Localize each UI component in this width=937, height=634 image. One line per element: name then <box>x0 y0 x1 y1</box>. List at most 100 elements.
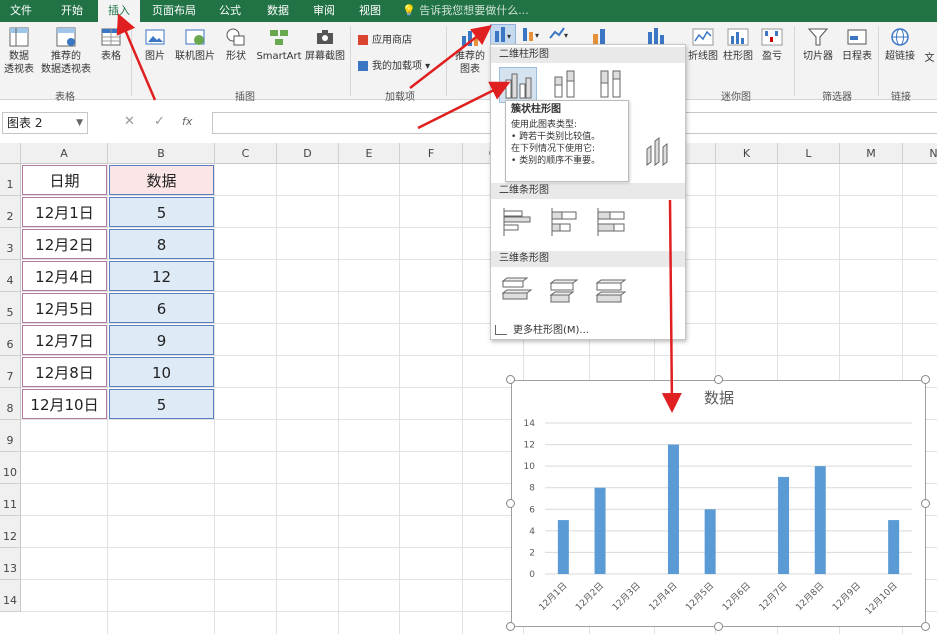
resize-handle[interactable] <box>506 622 515 631</box>
embedded-chart[interactable]: 数据 0 2 4 6 8 10 12 14 12月1日 12月2日 12月3日 12月4日 12月5日 12… <box>511 380 926 627</box>
table-cell[interactable]: 8 <box>109 229 214 259</box>
stacked-column-option[interactable] <box>547 67 585 103</box>
3d-column-option[interactable] <box>641 135 679 171</box>
row-header[interactable]: 1 <box>0 164 21 196</box>
recommended-pivot-button[interactable]: 推荐的 数据透视表 <box>38 26 94 76</box>
row-header[interactable]: 6 <box>0 324 21 356</box>
column-header[interactable]: E <box>339 143 400 164</box>
table-cell[interactable]: 12月7日 <box>22 325 107 355</box>
resize-handle[interactable] <box>921 375 930 384</box>
select-all-corner[interactable] <box>0 143 21 164</box>
row-header[interactable]: 3 <box>0 228 21 260</box>
column-header[interactable]: F <box>400 143 463 164</box>
row-header[interactable]: 14 <box>0 580 21 612</box>
stacked-bar-option[interactable] <box>547 205 585 241</box>
pivot-table-button[interactable]: 数据 透视表 <box>2 26 36 76</box>
table-cell[interactable]: 10 <box>109 357 214 387</box>
more-column-charts-link[interactable]: 更多柱形图(M)... <box>495 321 589 336</box>
my-addins-button[interactable]: 我的加载项 ▾ <box>358 60 434 73</box>
table-button[interactable]: 表格 <box>96 26 126 63</box>
resize-handle[interactable] <box>506 375 515 384</box>
resize-handle[interactable] <box>921 622 930 631</box>
bar-chart-dropdown[interactable]: ▾ <box>518 24 544 46</box>
column-header[interactable]: K <box>716 143 778 164</box>
picture-button[interactable]: 图片 <box>138 26 172 63</box>
addins-icon <box>358 61 368 71</box>
hyperlink-button[interactable]: 超链接 <box>882 26 918 63</box>
table-cell[interactable]: 12月8日 <box>22 357 107 387</box>
3d-clustered-bar-option[interactable] <box>499 273 537 309</box>
screenshot-button[interactable]: 屏幕截图 <box>304 26 346 63</box>
sparkline-column-icon <box>727 28 749 46</box>
tab-data[interactable]: 数据 <box>258 0 298 22</box>
table-cell[interactable]: 5 <box>109 389 214 419</box>
column-chart-dropdown[interactable]: ▾ <box>490 24 516 46</box>
resize-handle[interactable] <box>921 499 930 508</box>
online-picture-button[interactable]: 联机图片 <box>172 26 218 63</box>
tab-review[interactable]: 审阅 <box>304 0 344 22</box>
tab-page-layout[interactable]: 页面布局 <box>146 0 202 22</box>
cancel-icon[interactable]: ✕ <box>124 112 135 132</box>
table-cell[interactable]: 12 <box>109 261 214 291</box>
sparkline-line-button[interactable]: 折线图 <box>686 26 720 63</box>
timeline-button[interactable]: 日程表 <box>838 26 876 63</box>
row-header[interactable]: 7 <box>0 356 21 388</box>
sparkline-winloss-button[interactable]: 盈亏 <box>756 26 788 63</box>
tab-insert[interactable]: 插入 <box>98 0 140 22</box>
name-box[interactable]: 图表 2 ▼ <box>2 112 88 134</box>
table-cell[interactable]: 12月2日 <box>22 229 107 259</box>
100-stacked-bar-option[interactable] <box>593 205 631 241</box>
row-header[interactable]: 9 <box>0 420 21 452</box>
3d-100-stacked-bar-option[interactable] <box>593 273 631 309</box>
row-header[interactable]: 4 <box>0 260 21 292</box>
text-group-button[interactable]: 文 <box>922 52 937 65</box>
3d-stacked-bar-option[interactable] <box>547 273 585 309</box>
column-header[interactable]: L <box>778 143 840 164</box>
tell-me-search[interactable]: 💡 告诉我您想要做什么... <box>402 0 529 22</box>
slicer-button[interactable]: 切片器 <box>800 26 836 63</box>
table-cell[interactable]: 12月5日 <box>22 293 107 323</box>
section-3d-bar: 三维条形图 <box>491 251 685 267</box>
svg-text:▾: ▾ <box>507 32 511 41</box>
column-header[interactable]: C <box>215 143 277 164</box>
enter-icon[interactable]: ✓ <box>154 112 165 132</box>
shapes-button[interactable]: 形状 <box>220 26 252 63</box>
column-header[interactable]: N <box>903 143 937 164</box>
sparkline-column-button[interactable]: 柱形图 <box>722 26 754 63</box>
tab-file[interactable]: 文件 <box>0 0 42 22</box>
table-cell[interactable]: 12月10日 <box>22 389 107 419</box>
resize-handle[interactable] <box>714 622 723 631</box>
tab-formulas[interactable]: 公式 <box>210 0 250 22</box>
table-cell[interactable]: 日期 <box>22 165 107 195</box>
recommended-charts-button[interactable]: 推荐的 图表 <box>452 26 488 76</box>
tab-view[interactable]: 视图 <box>350 0 390 22</box>
line-chart-dropdown[interactable]: ▾ <box>546 24 572 46</box>
row-header[interactable]: 11 <box>0 484 21 516</box>
row-header[interactable]: 13 <box>0 548 21 580</box>
app-store-button[interactable]: 应用商店 <box>358 34 424 47</box>
resize-handle[interactable] <box>714 375 723 384</box>
column-header[interactable]: B <box>108 143 215 164</box>
row-header[interactable]: 2 <box>0 196 21 228</box>
column-header[interactable]: D <box>277 143 339 164</box>
smartart-button[interactable]: SmartArt <box>254 26 304 63</box>
table-cell[interactable]: 9 <box>109 325 214 355</box>
row-header[interactable]: 10 <box>0 452 21 484</box>
column-header[interactable]: M <box>840 143 903 164</box>
row-header[interactable]: 8 <box>0 388 21 420</box>
row-header[interactable]: 5 <box>0 292 21 324</box>
clustered-bar-option[interactable] <box>499 205 537 241</box>
table-cell[interactable]: 5 <box>109 197 214 227</box>
table-cell[interactable]: 数据 <box>109 165 214 195</box>
clustered-column-option[interactable] <box>499 67 537 103</box>
table-cell[interactable]: 12月4日 <box>22 261 107 291</box>
table-cell[interactable]: 6 <box>109 293 214 323</box>
100-stacked-column-option[interactable] <box>593 67 631 103</box>
insert-function-button[interactable]: fx <box>182 112 192 132</box>
table-cell[interactable]: 12月1日 <box>22 197 107 227</box>
x-tick-label: 12月3日 <box>610 580 643 613</box>
resize-handle[interactable] <box>506 499 515 508</box>
row-header[interactable]: 12 <box>0 516 21 548</box>
column-header[interactable]: A <box>21 143 108 164</box>
tab-home[interactable]: 开始 <box>50 0 94 22</box>
